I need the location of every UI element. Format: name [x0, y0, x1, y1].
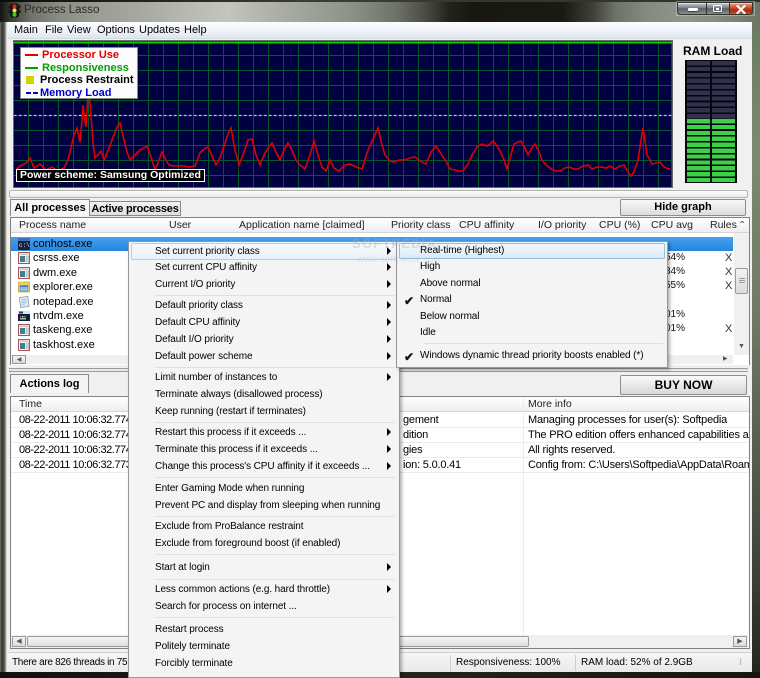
svg-text:c:\: c:\ — [19, 242, 30, 249]
